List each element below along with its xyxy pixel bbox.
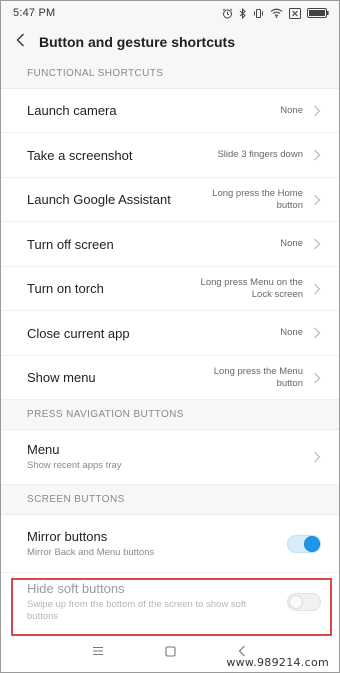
back-button[interactable] bbox=[3, 25, 37, 59]
chevron-right-icon bbox=[314, 105, 321, 116]
row-label: Turn off screen bbox=[27, 236, 114, 252]
vibrate-icon bbox=[253, 8, 264, 19]
row-value: Long press the Menu button bbox=[213, 365, 303, 389]
battery-icon bbox=[307, 8, 329, 18]
section-header-press-navigation: PRESS NAVIGATION BUTTONS bbox=[1, 400, 339, 430]
chevron-right-icon bbox=[314, 327, 321, 339]
row-label: Show menu bbox=[27, 370, 96, 385]
chevron-right-icon bbox=[314, 194, 321, 205]
row-value: None bbox=[280, 238, 303, 249]
row-value: None bbox=[280, 327, 303, 338]
chevron-right-icon bbox=[314, 149, 321, 161]
row-label: Mirror buttons bbox=[27, 528, 108, 544]
wifi-icon bbox=[270, 8, 283, 18]
mirror-buttons-row[interactable]: Mirror buttons Mirror Back and Menu butt… bbox=[1, 515, 339, 573]
show-menu-row[interactable]: Show menu Long press the Menu button bbox=[1, 356, 339, 400]
row-label: Turn on torch bbox=[27, 281, 104, 296]
menu-icon[interactable] bbox=[90, 643, 106, 659]
close-current-app-row[interactable]: Close current app None bbox=[1, 311, 339, 356]
hide-soft-buttons-row[interactable]: Hide soft buttons Swipe up from the bott… bbox=[1, 573, 339, 631]
hide-soft-buttons-toggle[interactable] bbox=[287, 593, 321, 611]
section-header-functional: FUNCTIONAL SHORTCUTS bbox=[1, 59, 339, 89]
row-value: None bbox=[280, 104, 303, 116]
chevron-right-icon bbox=[314, 283, 321, 294]
row-subtitle: Show recent apps tray bbox=[27, 460, 122, 471]
row-value: Slide 3 fingers down bbox=[217, 149, 303, 160]
row-value: Long press Menu on the Lock screen bbox=[200, 276, 303, 300]
row-label: Launch Google Assistant bbox=[27, 192, 171, 207]
status-icons bbox=[222, 7, 329, 19]
row-subtitle: Swipe up from the bottom of the screen t… bbox=[27, 599, 247, 622]
alarm-icon bbox=[222, 8, 233, 19]
page-header: Button and gesture shortcuts bbox=[1, 25, 339, 59]
status-bar: 5:47 PM bbox=[1, 1, 339, 25]
sim-off-icon bbox=[289, 7, 301, 19]
row-value: Long press the Home button bbox=[212, 187, 303, 211]
row-subtitle: Mirror Back and Menu buttons bbox=[27, 546, 155, 558]
section-header-screen-buttons: SCREEN BUTTONS bbox=[1, 485, 339, 515]
status-time: 5:47 PM bbox=[13, 7, 56, 19]
watermark: www.989214.com bbox=[226, 656, 329, 669]
row-label: Menu bbox=[27, 442, 60, 457]
take-screenshot-row[interactable]: Take a screenshot Slide 3 fingers down bbox=[1, 133, 339, 178]
home-icon[interactable] bbox=[162, 643, 178, 659]
bluetooth-icon bbox=[239, 7, 247, 19]
turn-on-torch-row[interactable]: Turn on torch Long press Menu on the Loc… bbox=[1, 267, 339, 311]
chevron-right-icon bbox=[314, 238, 321, 250]
launch-camera-row[interactable]: Launch camera None bbox=[1, 89, 339, 133]
menu-row[interactable]: Menu Show recent apps tray bbox=[1, 430, 339, 485]
row-label: Launch camera bbox=[27, 103, 117, 118]
chevron-left-icon bbox=[16, 33, 25, 52]
settings-list: FUNCTIONAL SHORTCUTS Launch camera None … bbox=[1, 59, 339, 631]
turn-off-screen-row[interactable]: Turn off screen None bbox=[1, 222, 339, 267]
page-title: Button and gesture shortcuts bbox=[39, 34, 236, 50]
mirror-buttons-toggle[interactable] bbox=[287, 534, 321, 553]
chevron-right-icon bbox=[314, 451, 321, 463]
row-label: Take a screenshot bbox=[27, 147, 133, 163]
chevron-right-icon bbox=[314, 372, 321, 383]
row-label: Close current app bbox=[27, 325, 130, 341]
launch-google-assistant-row[interactable]: Launch Google Assistant Long press the H… bbox=[1, 178, 339, 222]
row-label: Hide soft buttons bbox=[27, 581, 125, 596]
phone-screen: 5:47 PM Button and gesture shortcuts FUN… bbox=[0, 0, 340, 673]
